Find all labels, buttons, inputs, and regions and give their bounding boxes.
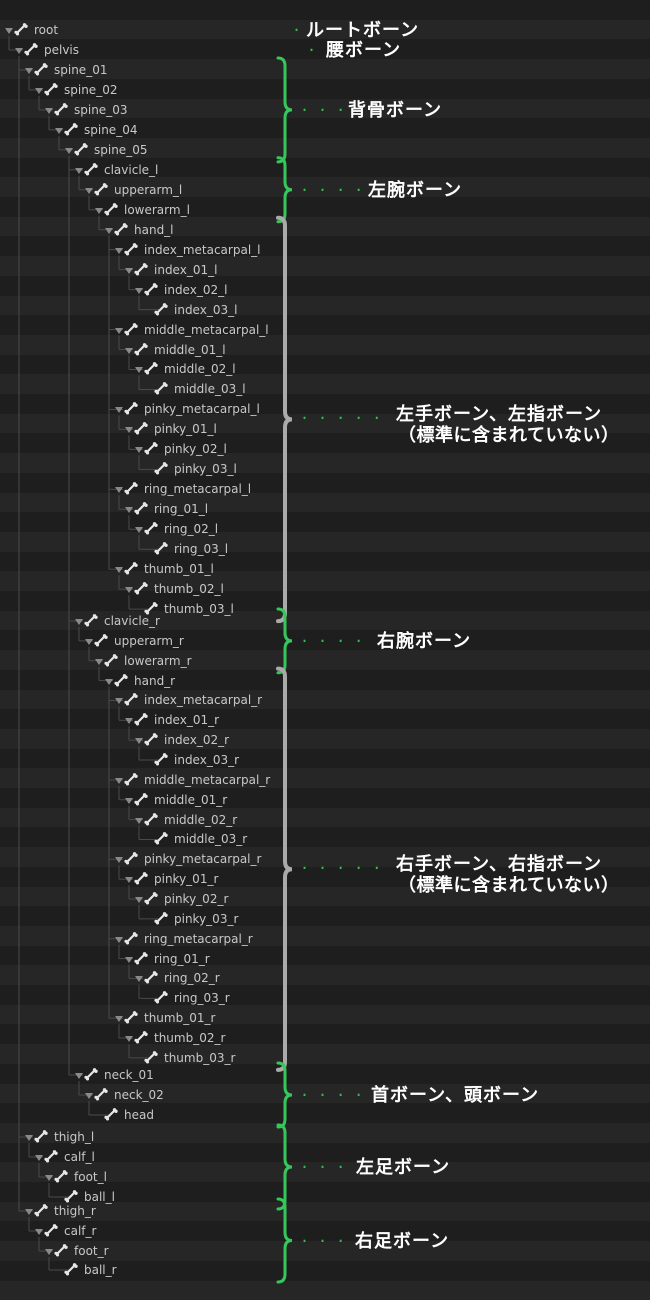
annotation-sublabel: （標準に含まれていない）: [398, 875, 620, 897]
bracket-right-leg: [276, 1197, 293, 1284]
annotation-label: 腰ボーン: [326, 39, 402, 61]
annotation-dots: · · ·: [300, 100, 346, 119]
bracket-right-hand: [276, 666, 293, 1072]
skeleton-tree-panel: root pelvis spine_01 spine_02 spine_03 spine_…: [0, 0, 650, 1300]
annotation-sublabel: （標準に含まれていない）: [398, 425, 620, 447]
annotation-label: 左手ボーン、左指ボーン: [396, 404, 603, 426]
bracket-right-arm: [276, 607, 293, 675]
annotation-dots: ·: [292, 21, 302, 39]
bracket-left-leg: [276, 1123, 293, 1211]
annotation-label: 右足ボーン: [355, 1230, 450, 1252]
annotation-dots: · · · ·: [300, 631, 364, 650]
annotation-label: 背骨ボーン: [348, 99, 443, 121]
annotation-label: 右腕ボーン: [377, 630, 472, 652]
bracket-spine: [276, 56, 293, 164]
bracket-left-hand: [276, 215, 293, 624]
annotation-dots: · · · · ·: [300, 409, 382, 428]
annotation-dots: · · ·: [300, 1158, 346, 1176]
annotation-dots: · · · ·: [300, 1086, 364, 1104]
annotation-dots: · · · ·: [300, 180, 364, 199]
annotation-dots: · · ·: [300, 1231, 346, 1250]
annotation-label: 左腕ボーン: [368, 179, 463, 201]
annotation-label: 首ボーン、頭ボーン: [371, 1085, 540, 1106]
annotation-dots: · · · · ·: [300, 859, 382, 878]
bracket-left-arm: [276, 156, 293, 224]
annotation-label: 右手ボーン、右指ボーン: [396, 854, 603, 876]
bracket-neck-head: [276, 1061, 293, 1129]
annotation-label: 左足ボーン: [356, 1157, 451, 1178]
